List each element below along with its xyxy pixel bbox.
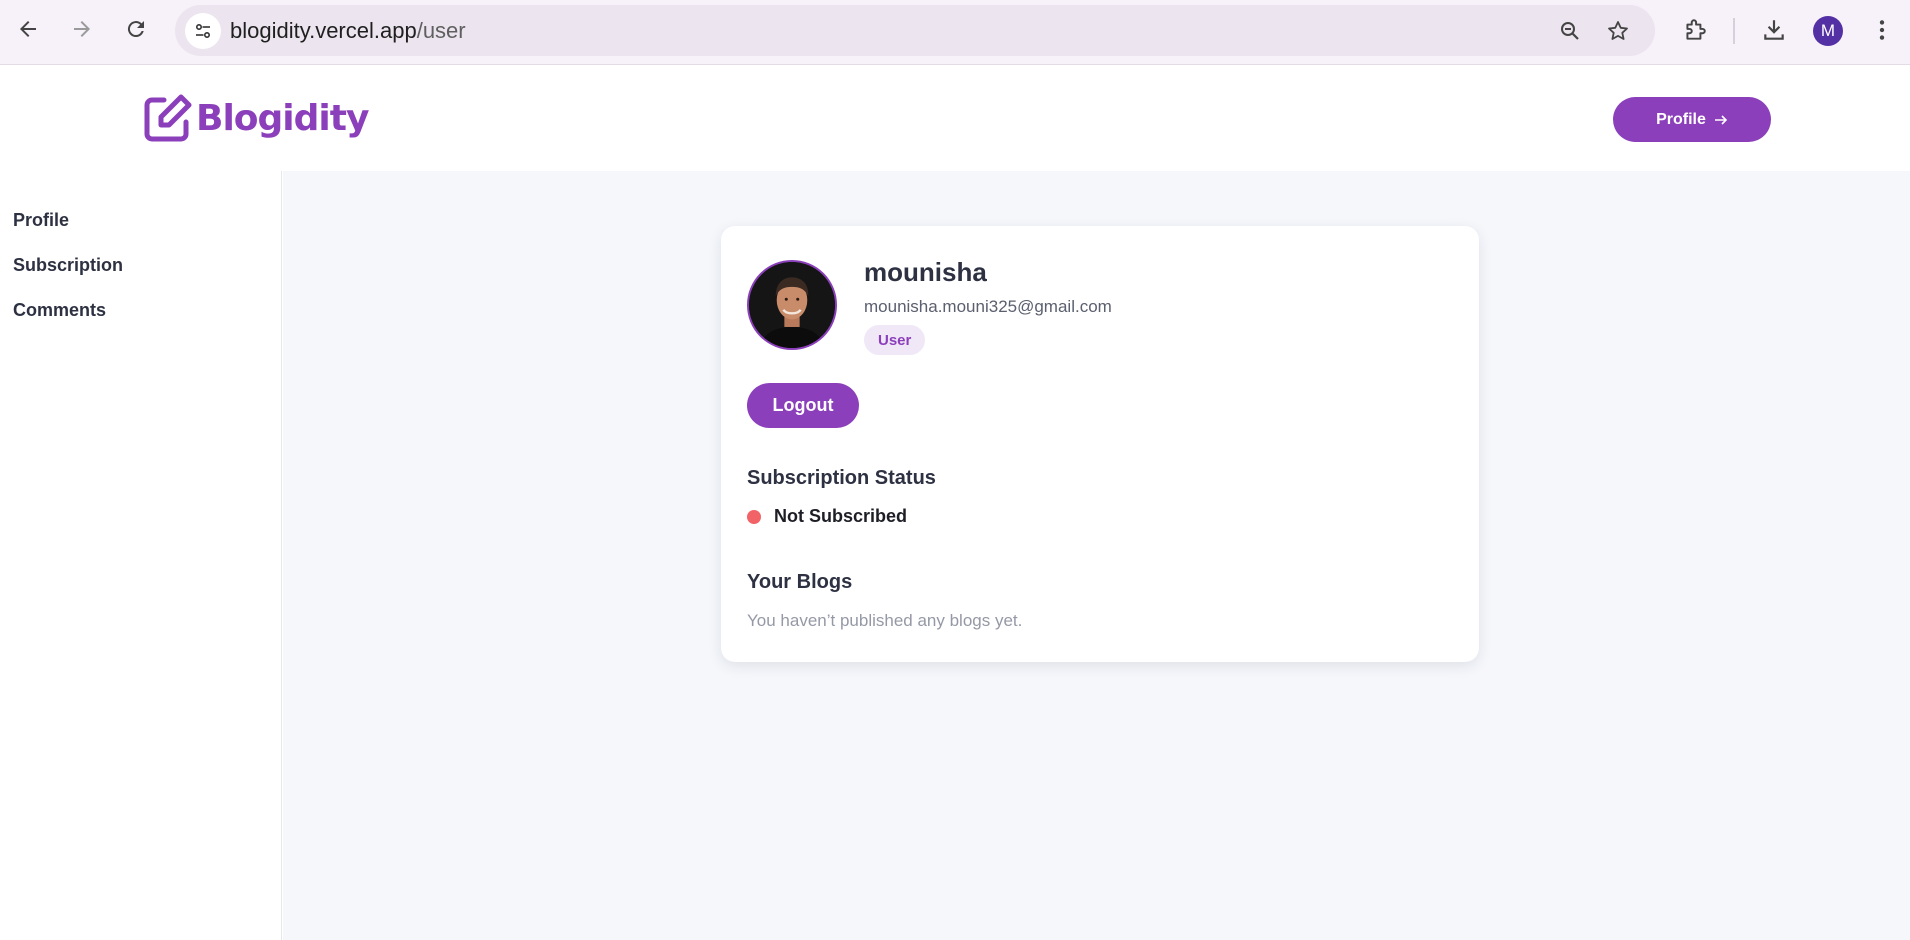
account-avatar[interactable]: M <box>1813 16 1843 46</box>
url-text: blogidity.vercel.app/user <box>230 18 466 44</box>
site-info-icon[interactable] <box>185 13 221 49</box>
logo-text: Blogidity <box>196 97 369 139</box>
sidebar: Profile Subscription Comments <box>0 171 282 940</box>
site-logo[interactable]: Blogidity <box>142 92 369 144</box>
user-email: mounisha.mouni325@gmail.com <box>864 297 1112 316</box>
address-bar[interactable]: blogidity.vercel.app/user <box>175 5 1655 56</box>
browser-toolbar: blogidity.vercel.app/user M <box>0 0 1910 65</box>
profile-card: mounisha mounisha.mouni325@gmail.com Use… <box>721 226 1479 662</box>
profile-button[interactable]: Profile <box>1613 97 1771 142</box>
toolbar-divider <box>1733 18 1735 44</box>
sidebar-item-profile[interactable]: Profile <box>13 210 69 231</box>
forward-icon[interactable] <box>65 12 99 46</box>
arrow-right-icon <box>1714 114 1728 125</box>
status-text: Not Subscribed <box>774 506 908 526</box>
subscription-status-title: Subscription Status <box>747 467 936 489</box>
subscription-status: Not Subscribed <box>747 506 907 527</box>
back-icon[interactable] <box>11 12 45 46</box>
avatar <box>747 260 837 350</box>
logout-button[interactable]: Logout <box>747 383 859 428</box>
sidebar-item-subscription[interactable]: Subscription <box>13 255 123 276</box>
role-badge: User <box>864 325 926 355</box>
blogs-empty-message: You haven’t published any blogs yet. <box>747 611 1023 630</box>
url-domain: blogidity.vercel.app <box>230 18 417 43</box>
url-path: /user <box>416 18 466 43</box>
star-icon[interactable] <box>1604 17 1632 45</box>
your-blogs-title: Your Blogs <box>747 571 853 593</box>
menu-icon[interactable] <box>1866 14 1898 46</box>
profile-button-label: Profile <box>1656 110 1706 128</box>
status-dot-icon <box>747 509 761 524</box>
sidebar-item-comments[interactable]: Comments <box>13 300 106 321</box>
username: mounisha <box>864 257 987 287</box>
edit-square-icon <box>144 94 192 142</box>
main-content: mounisha mounisha.mouni325@gmail.com Use… <box>283 171 1910 940</box>
zoom-icon[interactable] <box>1556 17 1584 45</box>
extensions-icon[interactable] <box>1679 14 1711 46</box>
site-header: Blogidity Profile <box>0 66 1910 171</box>
download-icon[interactable] <box>1758 14 1790 46</box>
reload-icon[interactable] <box>119 12 153 46</box>
